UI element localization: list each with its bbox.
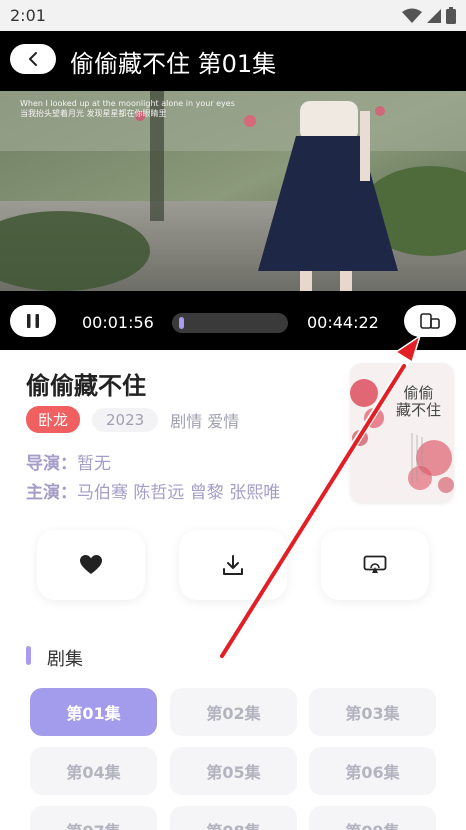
wifi-icon [402, 8, 422, 23]
section-accent-bar [26, 646, 31, 665]
chevron-left-icon [29, 52, 37, 66]
video-player: 偷偷藏不住 第01集 When I looked up at the moonl… [0, 31, 466, 350]
episode-button-02[interactable]: 第02集 [170, 688, 297, 736]
screen-rotate-icon [420, 313, 440, 329]
status-bar: 2:01 [0, 0, 466, 31]
episodes-section-title: 剧集 [47, 649, 83, 670]
episode-button-06[interactable]: 第06集 [309, 747, 436, 795]
player-title: 偷偷藏不住 第01集 [70, 50, 277, 78]
pause-icon [27, 314, 39, 328]
cast-key: 主演： [26, 483, 77, 503]
source-tag[interactable]: 卧龙 [26, 406, 81, 433]
current-time: 00:01:56 [82, 313, 154, 332]
player-controls: 00:01:56 00:44:22 [0, 305, 466, 341]
cast-line: 主演：马伯骞 陈哲远 曾黎 张熙唯 [26, 478, 280, 503]
episode-button-03[interactable]: 第03集 [309, 688, 436, 736]
poster-image: 偷偷 藏不住 [350, 363, 454, 503]
status-time: 2:01 [10, 6, 46, 25]
subtitle-chinese: 当我抬头望着月光 发现星星都在你眼睛里 [20, 109, 167, 118]
episode-button-04[interactable]: 第04集 [30, 747, 157, 795]
year-tag: 2023 [92, 407, 159, 432]
download-button[interactable] [179, 530, 287, 600]
screen-cast-icon [363, 555, 387, 573]
cast-value: 马伯骞 陈哲远 曾黎 张熙唯 [77, 483, 281, 503]
heart-icon [80, 555, 102, 574]
subtitle-english: When I looked up at the moonlight alone … [20, 99, 235, 108]
video-scene [0, 91, 466, 291]
episode-button-09[interactable]: 第09集 [309, 806, 436, 830]
poster-art [350, 363, 454, 503]
pause-button[interactable] [10, 305, 56, 337]
player-header: 偷偷藏不住 第01集 [0, 31, 466, 91]
video-frame[interactable]: When I looked up at the moonlight alone … [0, 91, 466, 291]
signal-icon [427, 8, 441, 23]
episode-button-01[interactable]: 第01集 [30, 688, 157, 736]
director-value: 暂无 [77, 454, 111, 474]
episode-button-08[interactable]: 第08集 [170, 806, 297, 830]
poster-title-line1: 偷偷 [403, 384, 434, 402]
favorite-button[interactable] [37, 530, 145, 600]
episode-button-07[interactable]: 第07集 [30, 806, 157, 830]
video-subtitles: When I looked up at the moonlight alone … [20, 99, 235, 119]
poster-title: 偷偷 藏不住 [396, 385, 441, 419]
show-tags: 卧龙 2023 剧情 爱情 [26, 406, 239, 433]
back-button[interactable] [10, 44, 56, 74]
show-title: 偷偷藏不住 [26, 372, 146, 400]
episode-button-05[interactable]: 第05集 [170, 747, 297, 795]
download-icon [223, 555, 243, 575]
director-key: 导演： [26, 454, 77, 474]
progress-bar[interactable] [172, 313, 288, 333]
progress-fill [179, 317, 184, 329]
director-line: 导演：暂无 [26, 449, 111, 474]
status-icons [402, 7, 456, 24]
poster-title-line2: 藏不住 [396, 401, 442, 419]
genre-tag: 剧情 爱情 [170, 411, 240, 431]
rotate-screen-button[interactable] [404, 305, 456, 337]
cast-screen-button[interactable] [321, 530, 429, 600]
battery-icon [446, 7, 456, 24]
total-time: 00:44:22 [307, 313, 379, 332]
